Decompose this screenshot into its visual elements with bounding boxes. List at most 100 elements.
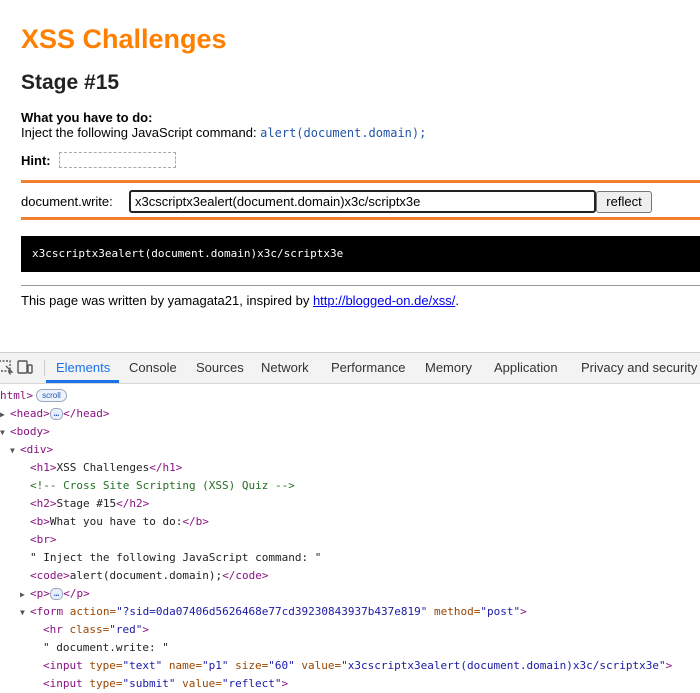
head-close-tag: </head> <box>63 407 110 420</box>
payload-input[interactable]: x3cscriptx3ealert(document.domain)x3c/sc… <box>129 190 596 213</box>
tab-performance[interactable]: Performance <box>331 353 405 383</box>
h1-text: XSS Challenges <box>56 461 150 474</box>
task-text: Inject the following JavaScript command: <box>21 125 261 140</box>
input-type-attr: type= <box>89 677 123 690</box>
hr-tag-end: > <box>142 623 149 636</box>
tab-elements[interactable]: Elements <box>56 353 110 383</box>
tab-privacy-security[interactable]: Privacy and security <box>581 353 697 383</box>
input-name-value: "p1" <box>202 659 229 672</box>
tree-row-comment[interactable]: <!-- Cross Site Scripting (XSS) Quiz --> <box>30 477 295 495</box>
tree-row-div[interactable]: ▼ <div> <box>10 441 53 459</box>
tab-application[interactable]: Application <box>494 353 558 383</box>
input-type-value: "submit" <box>122 677 176 690</box>
b-open-tag: <b> <box>30 515 50 528</box>
text-node: " document.write: " <box>43 641 169 654</box>
input-value-attr: value= <box>301 659 342 672</box>
devtools-tabbar: Elements Console Sources Network Perform… <box>0 353 700 384</box>
tree-row-p[interactable]: ▶ <p>… </p> <box>20 585 90 603</box>
p-close-tag: </p> <box>63 587 90 600</box>
tree-row-text2[interactable]: " document.write: " <box>43 639 169 657</box>
tab-sources[interactable]: Sources <box>196 353 244 383</box>
collapsed-dots[interactable]: … <box>49 588 64 600</box>
bottom-divider <box>21 217 700 220</box>
input-name-attr: name= <box>168 659 202 672</box>
reflected-output: x3cscriptx3ealert(document.domain)x3c/sc… <box>21 236 700 272</box>
collapsed-dots[interactable]: … <box>49 408 64 420</box>
tree-row-form[interactable]: ▼ <form action="?sid=0da07406d5626468e77c… <box>20 603 527 621</box>
br-tag: <br> <box>30 533 57 546</box>
tab-memory[interactable]: Memory <box>425 353 472 383</box>
code-open-tag: <code> <box>30 569 70 582</box>
task-heading: What you have to do: <box>21 110 153 125</box>
tree-row-text[interactable]: " Inject the following JavaScript comman… <box>30 549 321 567</box>
page-content: XSS Challenges Stage #15 What you have t… <box>0 0 700 352</box>
tree-row-br[interactable]: <br> <box>30 531 57 549</box>
input-value-value: "x3cscriptx3ealert(document.domain)x3c/s… <box>341 659 666 672</box>
tree-row-body[interactable]: ▼ <body> <box>0 423 50 441</box>
footer-end: . <box>455 293 459 308</box>
b-close-tag: </b> <box>182 515 209 528</box>
p-open-tag: <p> <box>30 587 50 600</box>
input-open-tag: <input <box>43 659 83 672</box>
h1-close-tag: </h1> <box>149 461 183 474</box>
collapse-arrow-icon[interactable]: ▼ <box>10 442 20 460</box>
input-value-value: "reflect" <box>221 677 282 690</box>
code-text: alert(document.domain); <box>69 569 223 582</box>
html-tag: html> <box>0 389 34 402</box>
form-action-attr: action= <box>69 605 117 618</box>
collapse-arrow-icon[interactable]: ▼ <box>0 424 10 442</box>
footer-divider <box>21 285 700 286</box>
tree-row-input-submit[interactable]: <input type="submit" value="reflect"> <box>43 675 288 693</box>
tree-row-html[interactable]: html> scroll <box>0 387 67 405</box>
top-divider <box>21 180 700 183</box>
stage-heading: Stage #15 <box>21 71 120 94</box>
tree-row-h1[interactable]: <h1>XSS Challenges</h1> <box>30 459 182 477</box>
form-method-attr: method= <box>434 605 481 618</box>
tree-row-input-text[interactable]: <input type="text" name="p1" size="60" v… <box>43 657 672 675</box>
form-method-value: "post" <box>480 605 521 618</box>
h2-open-tag: <h2> <box>30 497 57 510</box>
tree-row-code[interactable]: <code>alert(document.domain);</code> <box>30 567 268 585</box>
devtools-panel: Elements Console Sources Network Perform… <box>0 352 700 690</box>
text-node: " Inject the following JavaScript comman… <box>30 551 322 564</box>
hr-open-tag: <hr <box>43 623 63 636</box>
collapse-arrow-icon[interactable]: ▼ <box>20 604 30 622</box>
tree-row-head[interactable]: ▶ <head>… </head> <box>0 405 110 423</box>
input-type-attr: type= <box>89 659 123 672</box>
input-value-attr: value= <box>182 677 222 690</box>
input-size-value: "60" <box>268 659 295 672</box>
expand-arrow-icon[interactable]: ▶ <box>20 586 30 604</box>
inspect-element-icon[interactable] <box>0 359 14 375</box>
head-open-tag: <head> <box>10 407 50 420</box>
h2-text: Stage #15 <box>56 497 117 510</box>
task-description: Inject the following JavaScript command:… <box>21 125 426 140</box>
input-size-attr: size= <box>235 659 269 672</box>
tree-row-b[interactable]: <b>What you have to do:</b> <box>30 513 209 531</box>
device-toolbar-icon[interactable] <box>17 359 33 375</box>
reflect-button[interactable]: reflect <box>596 191 652 213</box>
form-action-value: "?sid=0da07406d5626468e77cd39230843937b4… <box>116 605 428 618</box>
form-open-tag: <form <box>30 605 64 618</box>
hint-label: Hint: <box>21 153 51 168</box>
scroll-badge[interactable]: scroll <box>36 389 67 402</box>
hr-class-attr: class= <box>69 623 110 636</box>
hint-box[interactable] <box>59 152 176 168</box>
task-code: alert(document.domain); <box>260 126 427 140</box>
div-tag: <div> <box>20 443 54 456</box>
expand-arrow-icon[interactable]: ▶ <box>0 406 10 424</box>
tab-network[interactable]: Network <box>261 353 309 383</box>
footer-text: This page was written by yamagata21, ins… <box>21 293 313 308</box>
active-tab-indicator <box>46 380 119 383</box>
tab-console[interactable]: Console <box>129 353 177 383</box>
input-open-tag: <input <box>43 677 83 690</box>
input-type-value: "text" <box>122 659 163 672</box>
code-close-tag: </code> <box>222 569 269 582</box>
footer-link[interactable]: http://blogged-on.de/xss/ <box>313 293 455 308</box>
h1-open-tag: <h1> <box>30 461 57 474</box>
body-tag: <body> <box>10 425 50 438</box>
input-tag-end: > <box>281 677 289 690</box>
comment-node: <!-- Cross Site Scripting (XSS) Quiz --> <box>30 479 295 492</box>
tree-row-h2[interactable]: <h2>Stage #15</h2> <box>30 495 149 513</box>
form-label: document.write: <box>21 194 113 209</box>
tree-row-hr[interactable]: <hr class="red"> <box>43 621 149 639</box>
